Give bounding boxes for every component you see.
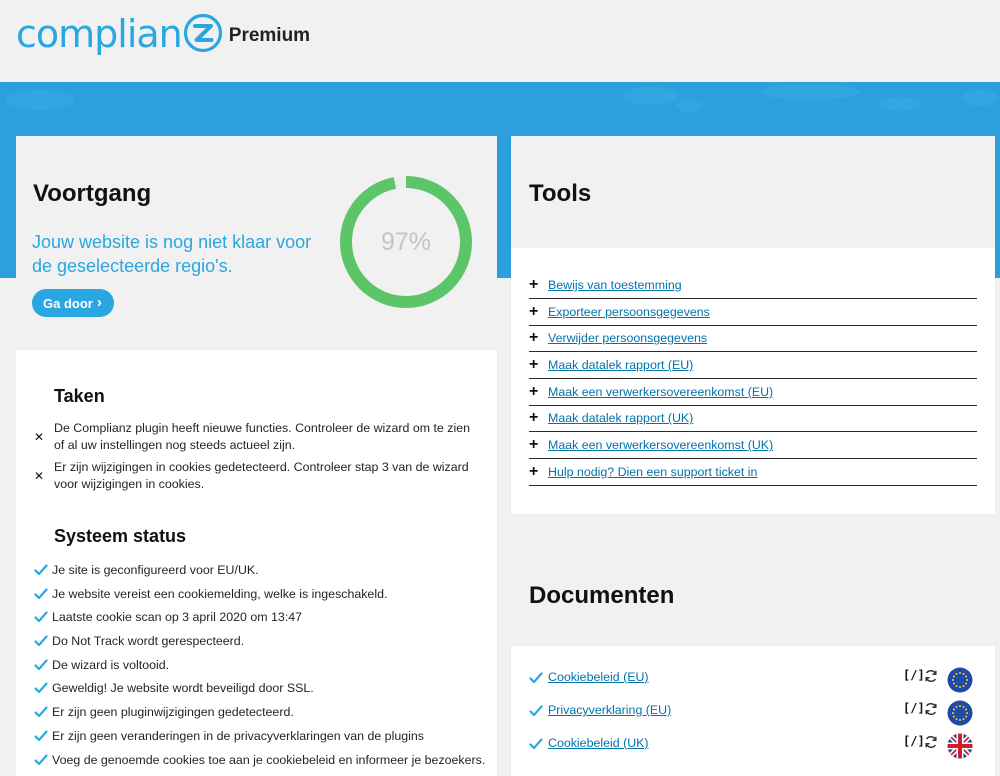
check-icon bbox=[34, 588, 48, 599]
task-text: Er zijn wijzigingen in cookies gedetecte… bbox=[54, 460, 469, 491]
tools-list: + Bewijs van toestemming + Exporteer perso… bbox=[529, 274, 977, 488]
plus-icon: + bbox=[529, 302, 539, 320]
progress-panel: Voortgang Jouw website is nog niet klaar… bbox=[16, 136, 497, 776]
task-item: ✕ De Complianz plugin heeft nieuwe funct… bbox=[34, 420, 474, 454]
shortcode-icon[interactable]: [/] bbox=[903, 734, 925, 748]
tool-link-proof-of-consent[interactable]: Bewijs van toestemming bbox=[548, 278, 682, 292]
plus-icon: + bbox=[529, 382, 539, 400]
tools-panel: Tools + Bewijs van toestemming + Exporteer… bbox=[511, 136, 995, 514]
check-icon bbox=[34, 706, 48, 718]
document-link-cookie-policy-eu[interactable]: Cookiebeleid (EU) bbox=[548, 669, 649, 685]
documents-panel: Documenten Cookiebeleid (EU) [/] Privacy… bbox=[511, 536, 995, 776]
tool-item: + Verwijder persoonsgegevens bbox=[529, 327, 977, 353]
task-text: De Complianz plugin heeft nieuwe functie… bbox=[54, 421, 470, 452]
document-row: Cookiebeleid (EU) [/] bbox=[529, 667, 977, 701]
tasks-title: Taken bbox=[54, 386, 105, 406]
shortcode-icon[interactable]: [/] bbox=[903, 668, 925, 682]
tool-link-processing-agreement-eu[interactable]: Maak een verwerkersovereenkomst (EU) bbox=[548, 385, 773, 399]
eu-flag-icon bbox=[947, 667, 973, 693]
sync-icon[interactable] bbox=[924, 735, 938, 749]
tools-title: Tools bbox=[529, 180, 592, 207]
task-list: ✕ De Complianz plugin heeft nieuwe funct… bbox=[34, 420, 474, 498]
check-icon bbox=[34, 730, 48, 741]
progress-title: Voortgang bbox=[33, 180, 152, 207]
progress-message: Jouw website is nog niet klaar voor de g… bbox=[32, 232, 312, 276]
system-status-list: Je site is geconfigureerd voor EU/UK. Je… bbox=[34, 562, 494, 775]
uk-flag-icon bbox=[947, 733, 973, 759]
tool-link-databreach-report-eu[interactable]: Maak datalek rapport (EU) bbox=[548, 358, 693, 372]
status-text: Laatste cookie scan op 3 april 2020 om 1… bbox=[52, 610, 303, 625]
document-link-cookie-policy-uk[interactable]: Cookiebeleid (UK) bbox=[548, 735, 649, 751]
tool-link-support-ticket[interactable]: Hulp nodig? Dien een support ticket in bbox=[548, 465, 757, 479]
tool-item: + Maak datalek rapport (UK) bbox=[529, 407, 977, 433]
status-item: Geweldig! Je website wordt beveiligd doo… bbox=[34, 680, 494, 704]
document-link-privacy-statement-eu[interactable]: Privacyverklaring (EU) bbox=[548, 702, 671, 718]
status-text: Je site is geconfigureerd voor EU/UK. bbox=[52, 563, 259, 577]
status-text: Do Not Track wordt gerespecteerd. bbox=[52, 634, 245, 649]
status-item: Er zijn geen pluginwijzigingen gedetecte… bbox=[34, 704, 494, 728]
logo-wordmark: complian bbox=[16, 12, 183, 56]
tool-link-databreach-report-uk[interactable]: Maak datalek rapport (UK) bbox=[548, 411, 693, 425]
tool-link-processing-agreement-uk[interactable]: Maak een verwerkersovereenkomst (UK) bbox=[548, 438, 773, 452]
check-icon bbox=[529, 705, 543, 717]
sync-icon[interactable] bbox=[924, 669, 938, 683]
check-icon bbox=[34, 611, 48, 623]
plus-icon: + bbox=[529, 276, 539, 293]
continue-button-label: Ga door bbox=[43, 295, 93, 311]
task-item: ✕ Er zijn wijzigingen in cookies gedetec… bbox=[34, 459, 474, 493]
status-item: Do Not Track wordt gerespecteerd. bbox=[34, 633, 494, 657]
status-text: De wizard is voltooid. bbox=[52, 657, 170, 672]
check-icon bbox=[34, 682, 48, 694]
plus-icon: + bbox=[529, 356, 539, 374]
tool-item: + Maak datalek rapport (EU) bbox=[529, 354, 977, 380]
progress-percent: 97% bbox=[380, 227, 432, 256]
check-icon bbox=[34, 659, 48, 670]
close-icon: ✕ bbox=[34, 430, 45, 444]
sync-icon[interactable] bbox=[924, 702, 938, 716]
plus-icon: + bbox=[529, 436, 539, 454]
status-text: Voeg de genoemde cookies toe aan je cook… bbox=[52, 752, 486, 767]
continue-button[interactable]: Ga door › bbox=[32, 289, 114, 317]
check-icon bbox=[34, 635, 48, 647]
status-item: Laatste cookie scan op 3 april 2020 om 1… bbox=[34, 609, 494, 633]
documents-list: Cookiebeleid (EU) [/] Privacyverklaring … bbox=[529, 667, 977, 767]
chevron-right-icon: › bbox=[96, 294, 102, 311]
status-item: Voeg de genoemde cookies toe aan je cook… bbox=[34, 752, 494, 776]
plus-icon: + bbox=[529, 409, 539, 427]
status-item: Er zijn geen veranderingen in de privacy… bbox=[34, 728, 494, 752]
tool-item: + Bewijs van toestemming bbox=[529, 274, 977, 299]
tool-item: + Hulp nodig? Dien een support ticket in bbox=[529, 461, 977, 486]
status-text: Er zijn geen pluginwijzigingen gedetecte… bbox=[52, 705, 294, 720]
tool-item: + Maak een verwerkersovereenkomst (UK) bbox=[529, 434, 977, 460]
check-icon bbox=[529, 738, 543, 750]
plus-icon: + bbox=[529, 329, 539, 347]
tool-item: + Maak een verwerkersovereenkomst (EU) bbox=[529, 381, 977, 406]
status-item: Je website vereist een cookiemelding, we… bbox=[34, 586, 494, 610]
tool-link-erase-personal-data[interactable]: Verwijder persoonsgegevens bbox=[548, 331, 707, 345]
status-text: Er zijn geen veranderingen in de privacy… bbox=[52, 728, 424, 743]
document-row: Cookiebeleid (UK) [/] bbox=[529, 733, 977, 767]
logo-z-badge-icon: Z bbox=[183, 13, 223, 58]
shortcode-icon[interactable]: [/] bbox=[903, 701, 925, 715]
close-icon: ✕ bbox=[34, 469, 45, 483]
eu-flag-icon bbox=[947, 700, 973, 726]
check-icon bbox=[529, 672, 543, 684]
status-text: Je website vereist een cookiemelding, we… bbox=[52, 586, 388, 601]
status-text: Geweldig! Je website wordt beveiligd doo… bbox=[52, 681, 314, 696]
tool-link-export-personal-data[interactable]: Exporteer persoonsgegevens bbox=[548, 305, 710, 319]
complianz-logo[interactable]: complian Z Premium bbox=[16, 12, 311, 56]
documents-title: Documenten bbox=[529, 582, 675, 609]
tool-item: + Exporteer persoonsgegevens bbox=[529, 301, 977, 326]
system-status-title: Systeem status bbox=[54, 526, 187, 546]
top-bar: complian Z Premium bbox=[0, 0, 1000, 82]
check-icon bbox=[34, 753, 48, 765]
check-icon bbox=[34, 564, 48, 576]
edition-label: Premium bbox=[228, 25, 311, 46]
status-item: Je site is geconfigureerd voor EU/UK. bbox=[34, 562, 494, 586]
document-row: Privacyverklaring (EU) [/] bbox=[529, 700, 977, 734]
plus-icon: + bbox=[529, 462, 539, 480]
status-item: De wizard is voltooid. bbox=[34, 657, 494, 681]
